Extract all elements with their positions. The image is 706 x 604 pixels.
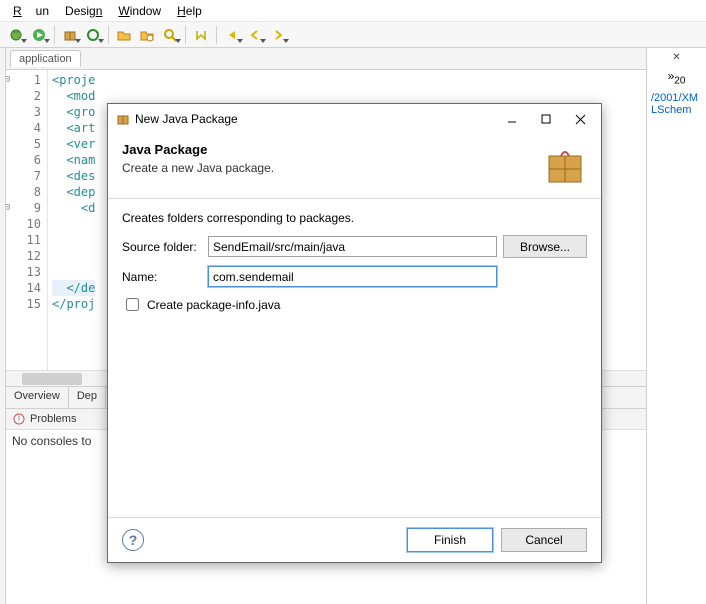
- editor-tab-application[interactable]: application: [10, 50, 81, 67]
- dialog-title-text: New Java Package: [135, 112, 238, 126]
- code-line: [52, 216, 95, 232]
- help-icon[interactable]: ?: [122, 529, 144, 551]
- workspace: application 1 2345678 9 10111213 14 15 <…: [0, 48, 706, 604]
- code-line: <art: [52, 120, 95, 136]
- code-line: <gro: [52, 104, 95, 120]
- editor-tab-bar: application: [6, 48, 646, 70]
- code-line: </de: [52, 280, 95, 296]
- minimize-button[interactable]: [495, 107, 529, 131]
- maximize-button[interactable]: [529, 107, 563, 131]
- menu-run[interactable]: Run: [6, 3, 56, 19]
- back-button[interactable]: [245, 25, 265, 45]
- new-package-button[interactable]: [60, 25, 80, 45]
- code-line: [52, 264, 95, 280]
- code-area[interactable]: <proje <mod <gro <art <ver <nam <des <de…: [48, 70, 95, 370]
- dialog-form: Creates folders corresponding to package…: [108, 199, 601, 517]
- tab-label: application: [19, 53, 72, 65]
- menu-help[interactable]: Help: [170, 3, 209, 19]
- last-edit-button[interactable]: [222, 25, 242, 45]
- search-button[interactable]: [160, 25, 180, 45]
- main-toolbar: [0, 22, 706, 48]
- open-folder-button[interactable]: [114, 25, 134, 45]
- toolbar-separator: [54, 26, 55, 44]
- package-icon: [543, 142, 587, 186]
- svg-text:!: !: [18, 414, 21, 424]
- namespace-link[interactable]: /2001/XMLSchem: [651, 92, 702, 116]
- cancel-button[interactable]: Cancel: [501, 528, 587, 552]
- overflow-indicator[interactable]: »20: [668, 69, 686, 86]
- code-line: <des: [52, 168, 95, 184]
- browse-button[interactable]: Browse...: [503, 235, 587, 258]
- finish-button[interactable]: Finish: [407, 528, 493, 552]
- package-info-checkbox[interactable]: [126, 298, 139, 311]
- toolbar-separator: [108, 26, 109, 44]
- code-line: <nam: [52, 152, 95, 168]
- new-java-package-dialog: New Java Package Java Package Create a n…: [107, 103, 602, 563]
- source-folder-input[interactable]: [208, 236, 497, 257]
- tab-overview[interactable]: Overview: [6, 387, 69, 408]
- code-line: <proje: [52, 72, 95, 88]
- toolbar-separator: [216, 26, 217, 44]
- close-icon[interactable]: ✕: [672, 52, 680, 63]
- scrollbar-thumb[interactable]: [22, 373, 82, 385]
- problems-icon: !: [12, 412, 26, 426]
- problems-title: Problems: [30, 413, 76, 425]
- dialog-titlebar[interactable]: New Java Package: [108, 104, 601, 134]
- dialog-heading: Java Package: [122, 142, 274, 157]
- code-line: <mod: [52, 88, 95, 104]
- dialog-header: Java Package Create a new Java package.: [108, 134, 601, 199]
- open-resource-button[interactable]: [137, 25, 157, 45]
- debug-button[interactable]: [6, 25, 26, 45]
- code-line: <dep: [52, 184, 95, 200]
- console-empty-text: No consoles to: [12, 434, 91, 448]
- code-line: [52, 232, 95, 248]
- code-line: [52, 248, 95, 264]
- toolbar-separator: [185, 26, 186, 44]
- refresh-button[interactable]: [83, 25, 103, 45]
- dialog-footer: ? Finish Cancel: [108, 517, 601, 562]
- form-description: Creates folders corresponding to package…: [122, 211, 587, 225]
- code-line: <d: [52, 200, 95, 216]
- dialog-subheading: Create a new Java package.: [122, 161, 274, 175]
- menu-bar: Run Design Window Help: [0, 0, 706, 22]
- menu-design[interactable]: Design: [58, 3, 109, 19]
- tab-dependencies[interactable]: Dep: [69, 387, 106, 408]
- code-line: </proj: [52, 296, 95, 312]
- close-button[interactable]: [563, 107, 597, 131]
- forward-button[interactable]: [268, 25, 288, 45]
- right-toolbar: ✕ »20 /2001/XMLSchem: [646, 48, 706, 604]
- next-annotation-button[interactable]: [191, 25, 211, 45]
- menu-window[interactable]: Window: [111, 3, 168, 19]
- line-number-gutter: 1 2345678 9 10111213 14 15: [6, 70, 48, 370]
- dialog-icon: [116, 112, 130, 126]
- code-line: <ver: [52, 136, 95, 152]
- source-folder-label: Source folder:: [122, 240, 202, 254]
- name-label: Name:: [122, 270, 202, 284]
- name-input[interactable]: [208, 266, 497, 287]
- run-button[interactable]: [29, 25, 49, 45]
- package-info-label: Create package-info.java: [147, 298, 280, 312]
